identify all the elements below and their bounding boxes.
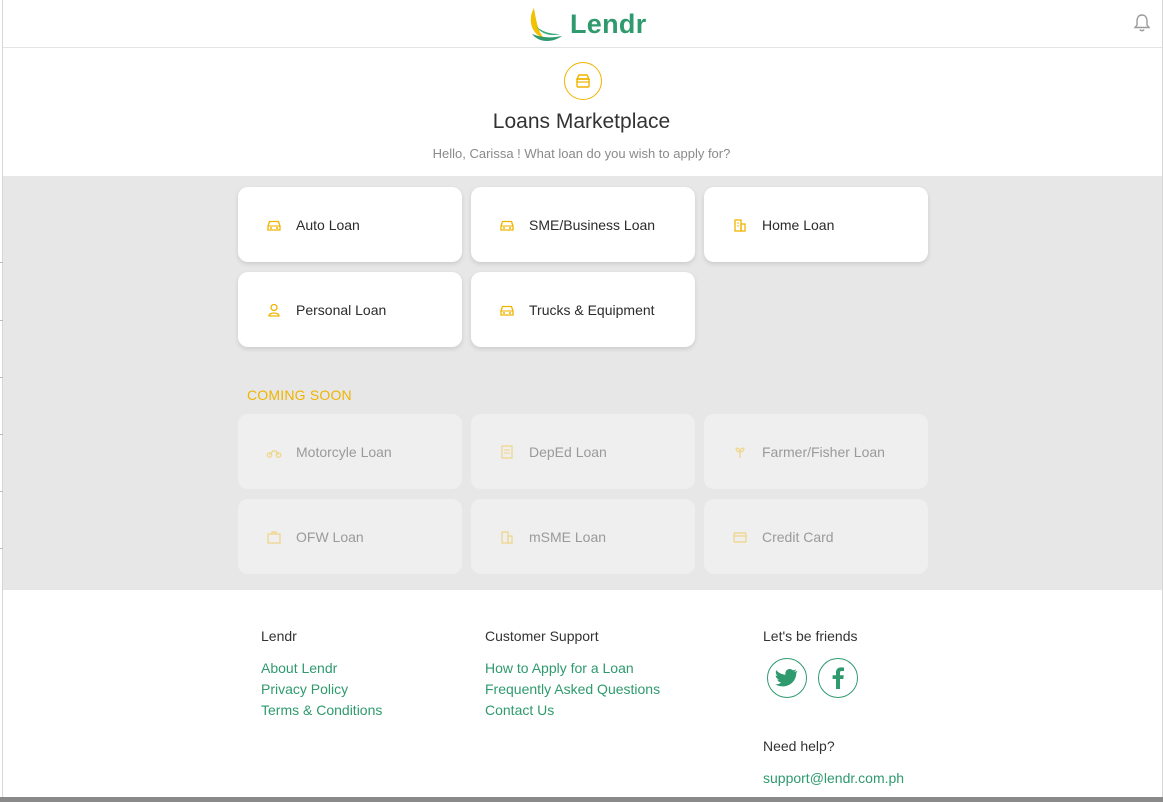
facebook-icon[interactable] (818, 658, 858, 698)
storefront-icon (564, 62, 602, 100)
loan-label: Motorcyle Loan (296, 443, 392, 460)
document-icon (499, 444, 515, 460)
auto-loan-card[interactable]: Auto Loan (238, 187, 462, 262)
bell-icon[interactable] (1132, 13, 1152, 33)
faq-link[interactable]: Frequently Asked Questions (485, 681, 660, 697)
farmer-fisher-loan-card: Farmer/Fisher Loan (704, 414, 928, 489)
motorcycle-loan-card: Motorcyle Loan (238, 414, 462, 489)
loan-label: SME/Business Loan (529, 216, 656, 233)
loan-label: DepEd Loan (529, 443, 607, 460)
loan-label: Personal Loan (296, 301, 387, 318)
loan-label: OFW Loan (296, 528, 364, 545)
car-icon (499, 217, 515, 233)
page-subtitle: Hello, Carissa ! What loan do you wish t… (432, 146, 731, 161)
building-icon (732, 217, 748, 233)
ofw-loan-card: OFW Loan (238, 499, 462, 574)
home-loan-card[interactable]: Home Loan (704, 187, 928, 262)
brand-logo[interactable]: Lendr (526, 4, 647, 44)
car-icon (266, 217, 282, 233)
person-icon (266, 302, 282, 318)
sme-business-loan-card[interactable]: SME/Business Loan (471, 187, 695, 262)
msme-loan-card: mSME Loan (471, 499, 695, 574)
loan-label: Farmer/Fisher Loan (762, 443, 885, 460)
contact-us-link[interactable]: Contact Us (485, 702, 554, 718)
window-bottom-edge (0, 797, 1163, 802)
loan-label: Auto Loan (296, 216, 360, 233)
loan-label: Credit Card (762, 528, 834, 545)
personal-loan-card[interactable]: Personal Loan (238, 272, 462, 347)
footer-support-title: Customer Support (485, 628, 599, 644)
brand-name: Lendr (570, 8, 647, 39)
loan-label: Trucks & Equipment (529, 301, 655, 318)
briefcase-icon (266, 529, 282, 545)
top-header: Lendr (3, 0, 1162, 48)
store-icon (499, 529, 515, 545)
credit-card-icon (732, 529, 748, 545)
deped-loan-card: DepEd Loan (471, 414, 695, 489)
loan-label: mSME Loan (529, 528, 607, 545)
loan-label: Home Loan (762, 216, 835, 233)
footer-social-title: Let's be friends (763, 628, 858, 644)
support-email-link[interactable]: support@lendr.com.ph (763, 770, 904, 786)
footer-lendr-title: Lendr (261, 628, 297, 644)
car-icon (499, 302, 515, 318)
about-lendr-link[interactable]: About Lendr (261, 660, 337, 676)
credit-card-card: Credit Card (704, 499, 928, 574)
lendr-leaf-icon (530, 8, 562, 41)
coming-soon-heading: COMING SOON (247, 387, 352, 403)
privacy-policy-link[interactable]: Privacy Policy (261, 681, 348, 697)
terms-conditions-link[interactable]: Terms & Conditions (261, 702, 382, 718)
need-help-title: Need help? (763, 738, 835, 754)
motorcycle-icon (266, 444, 282, 460)
page-title: Loans Marketplace (492, 110, 671, 133)
sprout-icon (732, 444, 748, 460)
twitter-icon[interactable] (767, 658, 807, 698)
trucks-equipment-loan-card[interactable]: Trucks & Equipment (471, 272, 695, 347)
how-to-apply-link[interactable]: How to Apply for a Loan (485, 660, 634, 676)
